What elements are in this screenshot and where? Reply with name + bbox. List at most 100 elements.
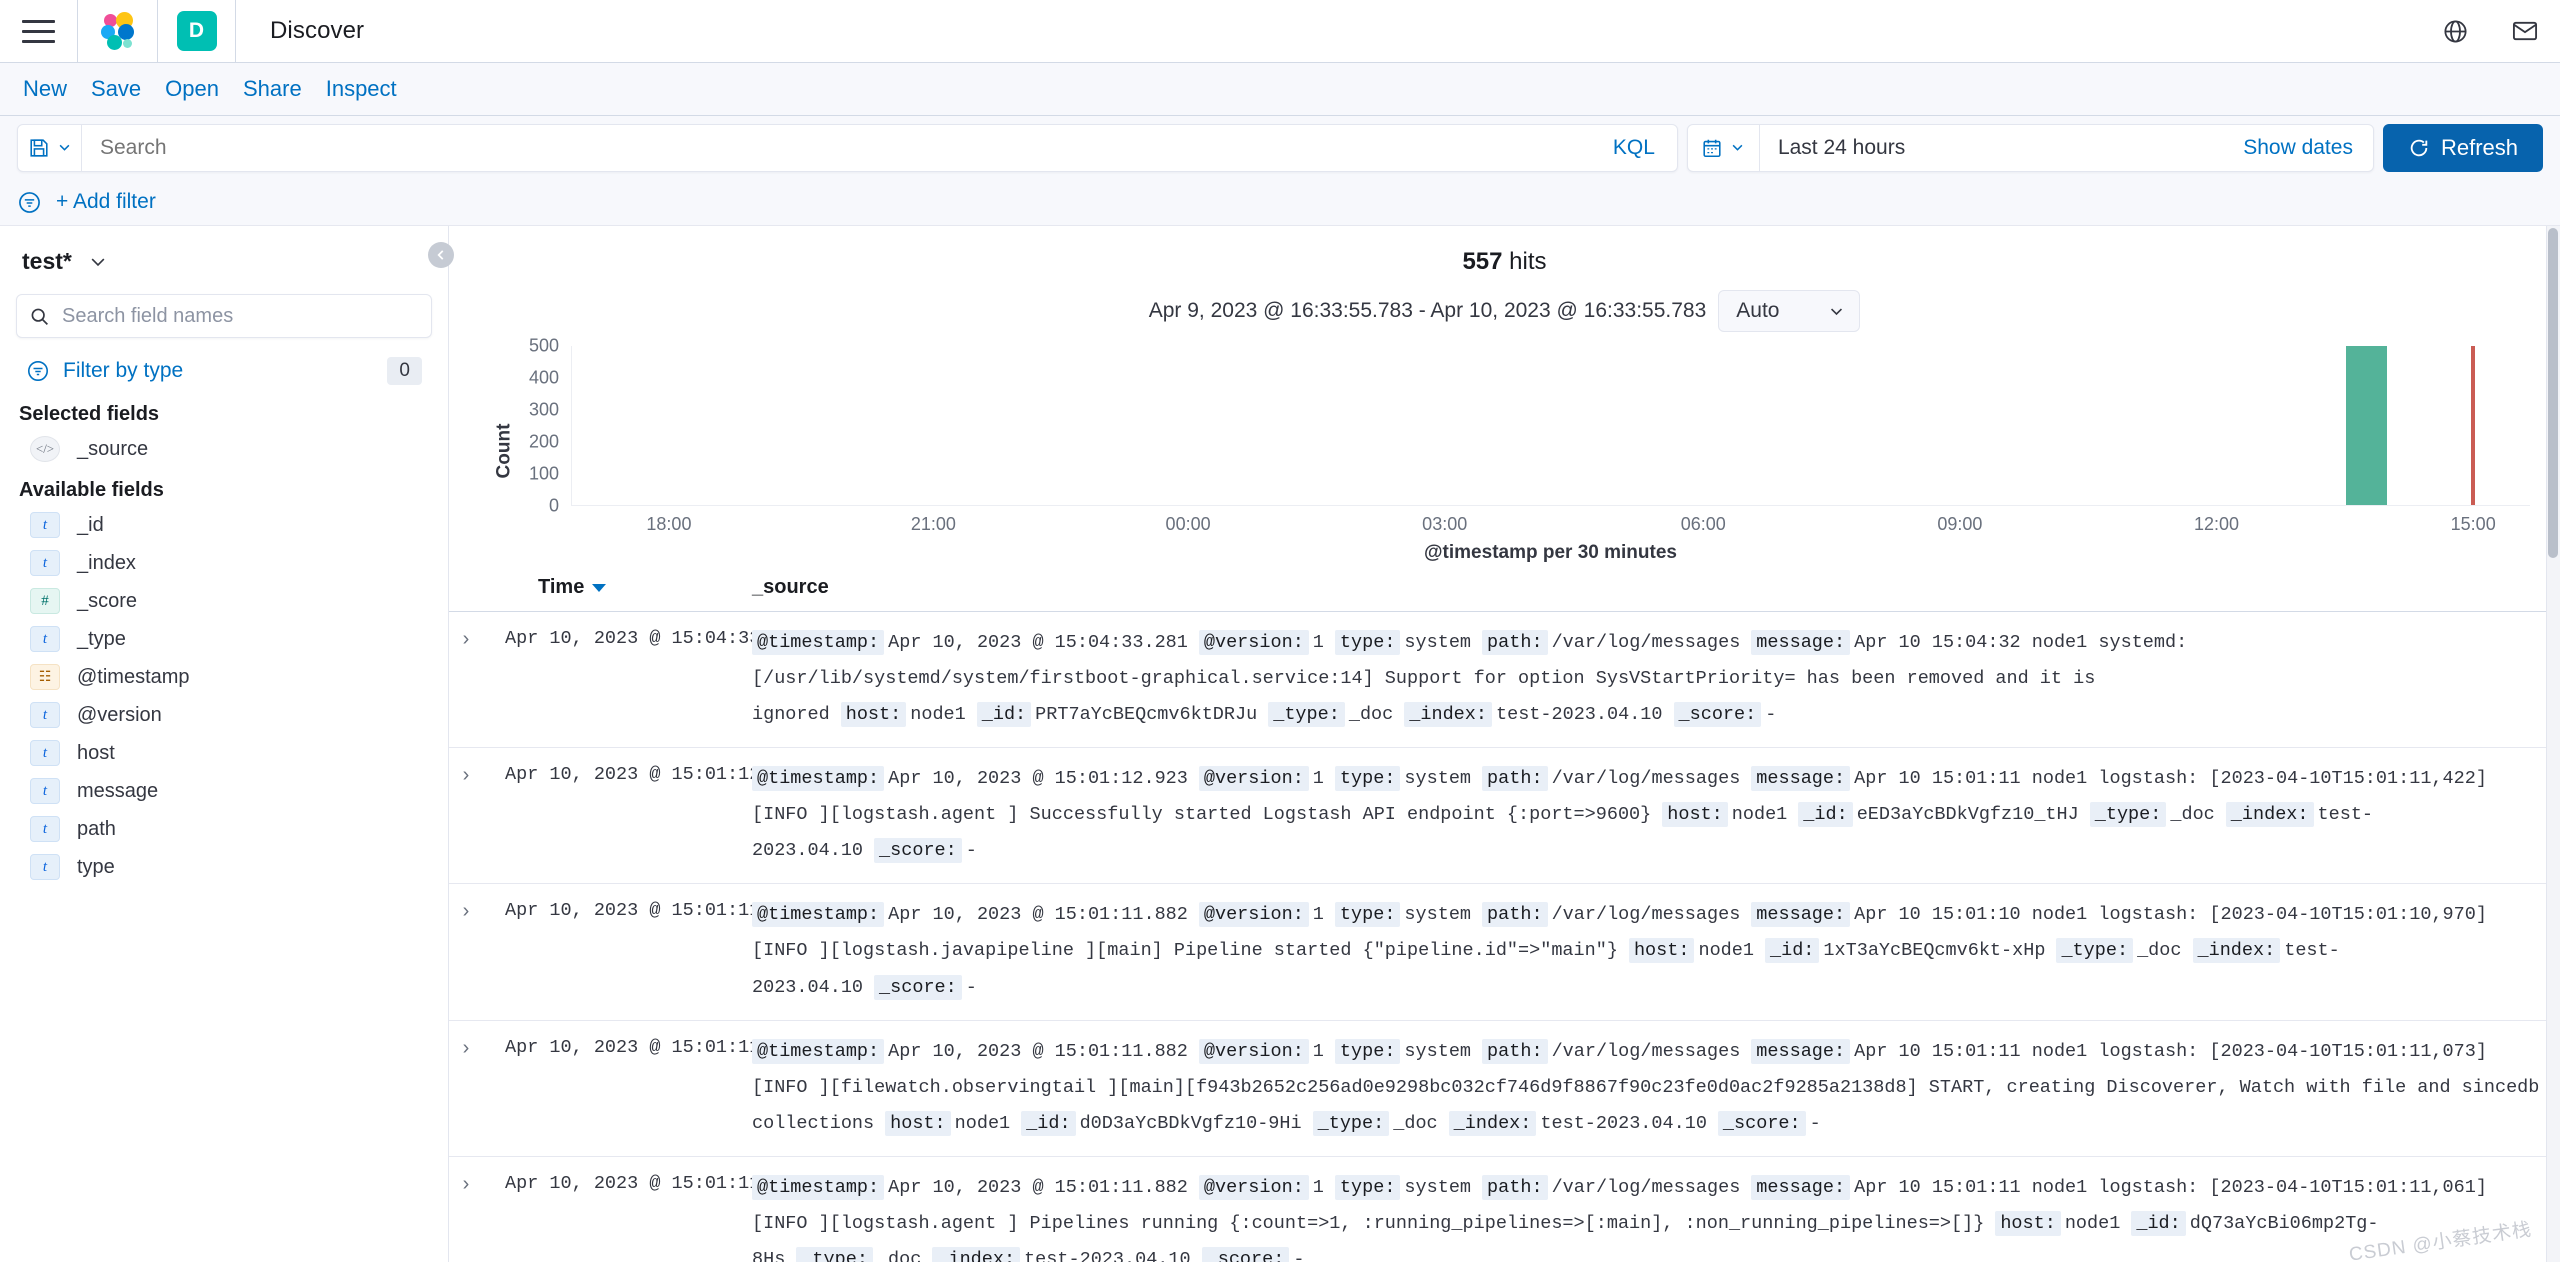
filter-by-type-button[interactable]: Filter by type 0 xyxy=(16,350,432,392)
table-row[interactable]: › Apr 10, 2023 @ 15:01:11.882 @timestamp: A… xyxy=(449,884,2560,1021)
field-row-message[interactable]: t message xyxy=(16,772,432,810)
field-key: @version: xyxy=(1198,766,1309,792)
field-key: path: xyxy=(1482,902,1548,928)
discover-badge-letter: D xyxy=(176,11,217,51)
cell-time: Apr 10, 2023 @ 15:04:33.281 xyxy=(505,628,805,649)
search-field-names-input[interactable] xyxy=(62,304,419,328)
field-row-_score[interactable]: # _score xyxy=(16,582,432,620)
table-row[interactable]: › Apr 10, 2023 @ 15:01:11.882 @timestamp: A… xyxy=(449,1021,2560,1157)
table-row[interactable]: › Apr 10, 2023 @ 15:01:11.882 @timestamp: A… xyxy=(449,1157,2560,1262)
field-value: /var/log/messages xyxy=(1551,632,1741,653)
field-row-version[interactable]: t @version xyxy=(16,696,432,734)
field-key: host: xyxy=(840,702,907,728)
field-value: system xyxy=(1404,632,1472,653)
field-row-_id[interactable]: t _id xyxy=(16,506,432,544)
elastic-home-link[interactable] xyxy=(78,0,158,63)
field-row-_index[interactable]: t _index xyxy=(16,544,432,582)
expand-row-icon[interactable]: › xyxy=(449,1034,483,1142)
page-body: test* Filter by type 0 Selected fields xyxy=(0,226,2560,1262)
field-key: _index: xyxy=(1448,1110,1537,1136)
saved-query-button[interactable] xyxy=(18,124,82,171)
field-row-type[interactable]: t type xyxy=(16,848,432,886)
add-filter-button[interactable]: + Add filter xyxy=(56,190,156,214)
field-row-_source[interactable]: </> _source xyxy=(16,430,432,468)
field-row-host[interactable]: t host xyxy=(16,734,432,772)
field-key: _type: xyxy=(2056,938,2134,964)
string-type-icon: t xyxy=(30,626,60,652)
field-value: node1 xyxy=(1731,804,1788,826)
table-row[interactable]: › Apr 10, 2023 @ 15:01:12.923 @timestamp: A… xyxy=(449,748,2560,885)
field-value: node1 xyxy=(1698,940,1754,962)
field-row-path[interactable]: t path xyxy=(16,810,432,848)
expand-row-icon[interactable]: › xyxy=(449,625,483,733)
field-key: type: xyxy=(1334,766,1401,792)
field-name-label: host xyxy=(77,741,115,764)
field-row-_type[interactable]: t _type xyxy=(16,620,432,658)
plot-area[interactable] xyxy=(571,346,2530,506)
discover-main-panel: 557 hits Apr 9, 2023 @ 16:33:55.783 - Ap… xyxy=(448,226,2560,1262)
field-key: _id: xyxy=(1764,938,1820,964)
x-tick: 06:00 xyxy=(1680,514,1726,534)
current-time-marker xyxy=(2471,346,2476,505)
histogram-chart[interactable]: Count 500 400 300 200 100 0 18:00 21:00 … xyxy=(479,336,2530,563)
field-value: Apr 10, 2023 @ 15:01:11.882 xyxy=(888,904,1188,926)
show-dates-button[interactable]: Show dates xyxy=(2223,136,2373,160)
query-language-button[interactable]: KQL xyxy=(1591,136,1677,160)
app-badge[interactable]: D xyxy=(158,0,236,63)
source-column-header[interactable]: _source xyxy=(738,576,2560,599)
field-value: 1xT3aYcBEQcmv6kt-xHp xyxy=(1823,940,2046,962)
field-key: _index: xyxy=(2225,802,2314,828)
field-sidebar: test* Filter by type 0 Selected fields xyxy=(0,226,454,1262)
field-value: /var/log/messages xyxy=(1551,1040,1741,1062)
field-key: host: xyxy=(1662,802,1728,828)
field-value: test-2023.04.10 xyxy=(1540,1112,1707,1134)
interval-select[interactable]: Auto xyxy=(1718,290,1861,332)
discover-app: D Discover New Save Open Share Inspect S… xyxy=(0,0,2560,1262)
field-value: - xyxy=(1293,1248,1305,1262)
x-tick: 18:00 xyxy=(646,514,692,534)
calendar-icon xyxy=(1703,139,1722,157)
mail-button[interactable] xyxy=(2490,0,2560,63)
histogram-bar[interactable] xyxy=(2345,346,2388,505)
field-name-label: _source xyxy=(77,437,149,460)
collapse-sidebar-button[interactable] xyxy=(428,242,454,268)
add-filter-icon[interactable] xyxy=(17,190,42,215)
vertical-scrollbar[interactable] xyxy=(2546,226,2560,1262)
field-row-timestamp[interactable]: ☷ @timestamp xyxy=(16,658,432,696)
x-axis-label: @timestamp per 30 minutes xyxy=(1424,542,1677,563)
x-tick: 15:00 xyxy=(2450,514,2496,534)
globe-icon xyxy=(2443,19,2467,43)
action-open[interactable]: Open xyxy=(153,76,231,102)
action-new[interactable]: New xyxy=(11,76,79,102)
expand-row-icon[interactable]: › xyxy=(449,1170,483,1262)
hits-subheader: Apr 9, 2023 @ 16:33:55.783 - Apr 10, 202… xyxy=(449,290,2560,332)
action-save[interactable]: Save xyxy=(79,76,153,102)
index-pattern-selector[interactable]: test* xyxy=(16,244,432,275)
time-range-value[interactable]: Last 24 hours xyxy=(1760,136,1923,160)
time-column-header[interactable]: Time xyxy=(483,576,738,599)
hamburger-menu-icon xyxy=(22,19,55,43)
sort-desc-icon[interactable] xyxy=(592,583,607,592)
expand-row-icon[interactable]: › xyxy=(449,897,483,1005)
action-bar: New Save Open Share Inspect xyxy=(0,63,2560,116)
table-row[interactable]: › Apr 10, 2023 @ 15:04:33.281 @timestamp: A… xyxy=(449,612,2560,749)
field-value: test-2023.04.10 xyxy=(1495,704,1663,726)
scrollbar-thumb[interactable] xyxy=(2548,228,2558,558)
field-value: system xyxy=(1404,768,1472,790)
search-input[interactable] xyxy=(82,125,1591,170)
field-value: _doc xyxy=(876,1248,922,1262)
cell-source: @timestamp: Apr 10, 2023 @ 15:04:33.281 @v… xyxy=(738,625,2560,733)
action-share[interactable]: Share xyxy=(231,76,314,102)
field-key: _id: xyxy=(2131,1210,2186,1236)
menu-button[interactable] xyxy=(0,0,78,63)
expand-row-icon[interactable]: › xyxy=(449,761,483,869)
field-key: _score: xyxy=(874,838,962,864)
refresh-button[interactable]: Refresh xyxy=(2382,123,2543,172)
action-inspect[interactable]: Inspect xyxy=(314,76,409,102)
field-key: type: xyxy=(1334,630,1401,655)
date-quick-select-button[interactable] xyxy=(1688,124,1760,171)
field-key: @version: xyxy=(1198,902,1309,928)
field-key: type: xyxy=(1334,1038,1401,1064)
globe-button[interactable] xyxy=(2420,0,2490,63)
string-type-icon: t xyxy=(30,854,60,880)
